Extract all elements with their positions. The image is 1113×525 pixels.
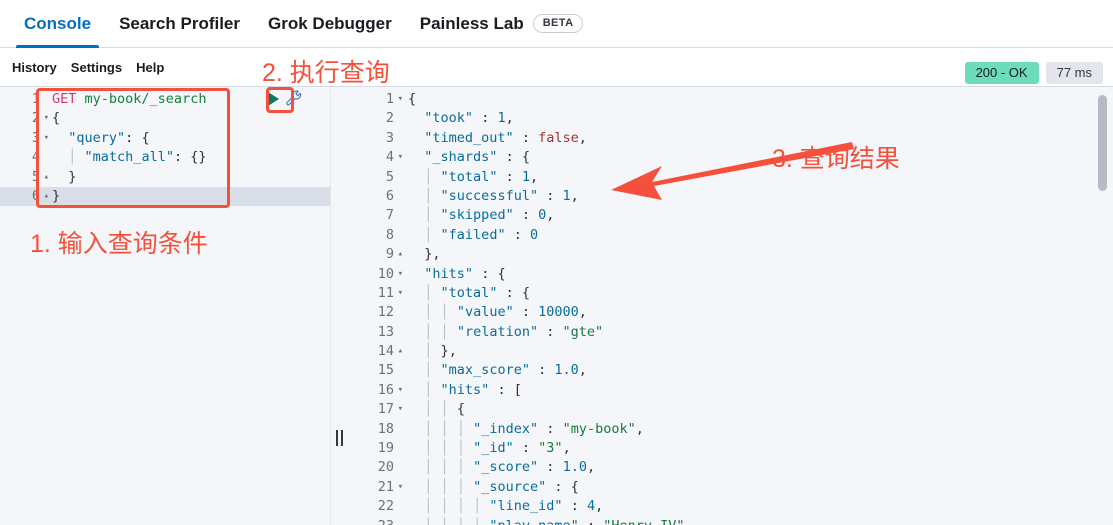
- annotation-arrow-icon: [611, 142, 854, 200]
- tab-grok-debugger-label: Grok Debugger: [268, 13, 392, 33]
- response-status-group: 200 - OK 77 ms: [964, 62, 1103, 84]
- help-button[interactable]: Help: [136, 60, 164, 75]
- code-line: },: [424, 246, 441, 263]
- fold-toggle-icon[interactable]: ▾: [398, 148, 403, 167]
- line-number: 23: [346, 517, 394, 525]
- tab-console-label: Console: [24, 13, 92, 33]
- line-number: 9 ▴: [346, 245, 403, 264]
- resize-grip-bar: [340, 430, 343, 446]
- line-number: 2 ▾: [0, 109, 49, 128]
- line-number: 6 ▴: [0, 187, 49, 206]
- line-number: 22: [377, 498, 394, 515]
- line-number: 1 ▾: [346, 90, 403, 109]
- pane-resize-handle[interactable]: [332, 427, 346, 449]
- line-number: 5 ▴: [0, 168, 49, 187]
- code-line: │ │ "value" : 10000,: [424, 304, 587, 321]
- code-line: │ "failed" : 0: [424, 226, 539, 243]
- code-line: "took" : 1,: [424, 110, 514, 127]
- fold-toggle-icon[interactable]: ▾: [398, 478, 403, 497]
- line-number: 12: [377, 304, 394, 321]
- line-number: 8: [385, 226, 394, 243]
- fold-toggle-icon[interactable]: ▾: [398, 265, 403, 284]
- fold-toggle-icon[interactable]: ▴: [398, 342, 403, 361]
- line-number: 3 ▾: [0, 129, 49, 148]
- line-number: 7: [385, 207, 394, 224]
- settings-button[interactable]: Settings: [71, 60, 122, 75]
- history-button[interactable]: History: [12, 60, 57, 75]
- console-page: Console Search Profiler Grok Debugger Pa…: [0, 0, 1113, 525]
- status-badge: 200 - OK: [964, 62, 1039, 84]
- line-number: 16 ▾: [346, 381, 403, 400]
- line-number: 21 ▾: [346, 478, 403, 497]
- code-line: │ │ │ │ "line_id" : 4,: [424, 498, 604, 515]
- code-line: {: [408, 91, 417, 107]
- code-line: │ │ │ "_id" : "3",: [424, 440, 571, 457]
- response-vertical-scrollbar[interactable]: [1098, 95, 1107, 191]
- code-line: "hits" : {: [424, 265, 506, 282]
- line-number: 17 ▾: [346, 400, 403, 419]
- line-number: 6: [385, 187, 394, 204]
- resize-grip-bar: [335, 430, 338, 446]
- line-number: 5: [385, 168, 394, 185]
- code-line: │ │ │ "_index" : "my-book",: [424, 420, 644, 437]
- code-line: │ "max_score" : 1.0,: [424, 362, 587, 379]
- line-number: 19: [377, 440, 394, 457]
- tab-search-profiler[interactable]: Search Profiler: [105, 0, 254, 48]
- line-number: 3: [385, 129, 394, 146]
- tab-painless-lab-label: Painless Lab: [419, 13, 524, 33]
- code-line: │ │ │ │ "play_name" : "Henry IV",: [408, 517, 692, 525]
- console-toolbar: History Settings Help: [0, 49, 1113, 85]
- code-line: │ │ "relation" : "gte": [424, 323, 604, 340]
- line-number: 10 ▾: [346, 265, 403, 284]
- tab-painless-lab[interactable]: Painless Lab BETA: [406, 0, 598, 48]
- line-number: 13: [377, 323, 394, 340]
- line-number: 1: [31, 91, 40, 107]
- line-number: 4 ▾: [346, 148, 403, 167]
- line-number: 15: [377, 362, 394, 379]
- code-line: │ "skipped" : 0,: [424, 207, 555, 224]
- beta-badge: BETA: [532, 14, 584, 33]
- annotation-box-query: [36, 88, 230, 208]
- code-line: │ │ │ "_score" : 1.0,: [424, 459, 596, 476]
- code-line: │ },: [424, 343, 457, 360]
- code-line: │ "total" : {: [424, 284, 531, 301]
- tab-grok-debugger[interactable]: Grok Debugger: [254, 0, 406, 48]
- tab-console[interactable]: Console: [10, 0, 105, 48]
- fold-toggle-icon[interactable]: ▾: [398, 400, 403, 419]
- tab-search-profiler-label: Search Profiler: [119, 13, 241, 33]
- request-line-numbers: 1 2 ▾ 3 ▾ 4 5 ▴ 6 ▴: [0, 90, 49, 206]
- line-number: 4: [31, 149, 40, 166]
- fold-toggle-icon[interactable]: ▾: [398, 381, 403, 400]
- line-number: 18: [377, 420, 394, 437]
- code-line: │ │ {: [424, 401, 465, 418]
- code-line: │ "hits" : [: [424, 381, 522, 398]
- fold-toggle-icon[interactable]: ▾: [398, 90, 403, 109]
- line-number: 14 ▴: [346, 342, 403, 361]
- code-line: │ │ │ "_source" : {: [424, 478, 579, 495]
- fold-toggle-icon[interactable]: ▾: [398, 284, 403, 303]
- line-number: 20: [377, 459, 394, 476]
- response-line-numbers: 1 ▾ 2 3 4 ▾ 5 6 7 8 9 ▴ 10 ▾ 11 ▾ 12 13 14 ▴ 15 16 ▾ 17 ▾ 18 19 20 2…: [346, 90, 403, 525]
- response-time-badge: 77 ms: [1045, 62, 1103, 84]
- fold-toggle-icon[interactable]: ▴: [398, 245, 403, 264]
- primary-tab-bar: Console Search Profiler Grok Debugger Pa…: [0, 0, 1113, 48]
- annotation-box-play: [266, 87, 294, 113]
- line-number: 11 ▾: [346, 284, 403, 303]
- line-number: 2: [385, 110, 394, 127]
